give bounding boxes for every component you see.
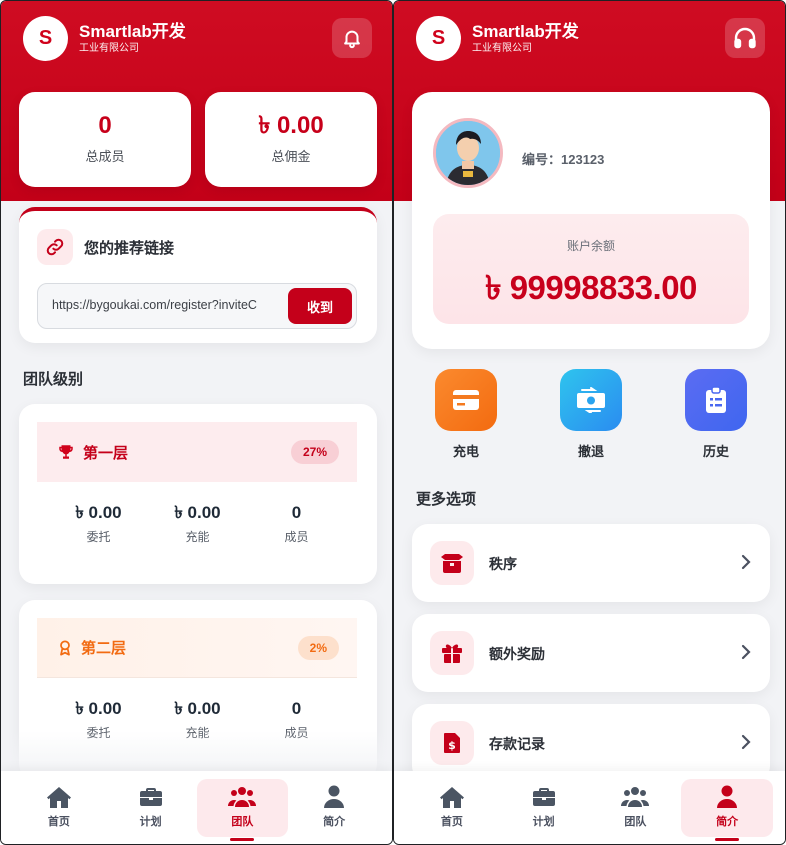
avatar-illustration: [436, 121, 500, 185]
brand-logo: S: [416, 16, 461, 61]
user-icon: [324, 785, 345, 808]
total-members-label: 总成员: [85, 149, 125, 164]
headset-icon: [734, 27, 756, 49]
menu-item-orders[interactable]: 秩序: [412, 524, 770, 602]
tier-recharge-value: ৳ 0.00: [174, 503, 221, 522]
profile-screen: S Smartlab开发 工业有限公司 编号：123123 账户余额 ৳ 999…: [393, 0, 786, 845]
menu-item-bonus[interactable]: 额外奖励: [412, 614, 770, 692]
cash-exchange-icon: [577, 387, 605, 413]
bottom-nav: 首页 计划 团队 简介: [394, 771, 785, 844]
tier-card-1[interactable]: 第一层 27% ৳ 0.00 委托 ৳ 0.00 充能 0 成员: [19, 404, 377, 584]
referral-link-text[interactable]: https://bygoukai.com/register?inviteC: [52, 298, 272, 312]
referral-title: 您的推荐链接: [84, 239, 175, 257]
briefcase-icon: [532, 788, 555, 806]
total-commission-card: ৳ 0.00 总佣金: [205, 92, 377, 187]
tier-card-2[interactable]: 第二层 2% ৳ 0.00 委托 ৳ 0.00 充能 0 成员: [19, 600, 377, 780]
briefcase-icon: [139, 788, 162, 806]
user-icon: [717, 785, 738, 808]
quick-actions: 充电 撤退 历史: [412, 369, 770, 460]
notification-button[interactable]: [332, 18, 372, 58]
home-icon: [439, 787, 464, 808]
svg-text:$: $: [448, 739, 456, 752]
brand-name: Smartlab开发: [79, 22, 186, 41]
brand: S Smartlab开发 工业有限公司: [23, 16, 186, 61]
clipboard-icon: [706, 386, 726, 413]
card-icon: [453, 390, 479, 410]
profile-card: 编号：123123 账户余额 ৳ 99998833.00: [412, 92, 770, 349]
link-icon: [46, 238, 64, 256]
tier-commission-label: 委托: [86, 726, 111, 740]
nav-item-profile[interactable]: 简介: [681, 779, 773, 841]
brand-logo: S: [23, 16, 68, 61]
tier-members-value: 0: [291, 503, 302, 522]
trophy-icon: [59, 445, 73, 459]
avatar[interactable]: [433, 118, 503, 188]
nav-item-home[interactable]: 首页: [406, 779, 498, 837]
gift-icon: [442, 644, 462, 663]
award-icon: [60, 639, 70, 656]
support-button[interactable]: [725, 18, 765, 58]
referral-card: 您的推荐链接 https://bygoukai.com/register?inv…: [19, 207, 377, 343]
users-icon: [228, 787, 257, 807]
brand-name: Smartlab开发: [472, 22, 579, 41]
nav-item-home[interactable]: 首页: [13, 779, 105, 837]
users-icon: [621, 787, 650, 807]
total-members-value: 0: [98, 112, 112, 139]
total-commission-label: 总佣金: [271, 149, 311, 164]
brand-subtitle: 工业有限公司: [79, 43, 139, 54]
nav-item-team[interactable]: 团队: [196, 779, 289, 841]
tier-name: 第二层: [81, 640, 127, 657]
tier-percent-badge: 2%: [297, 636, 339, 660]
more-options-title: 更多选项: [416, 491, 477, 508]
nav-item-team[interactable]: 团队: [590, 779, 682, 837]
box-icon: [441, 554, 463, 573]
tier-name: 第一层: [83, 444, 129, 462]
screenshot-stage: S Smartlab开发 工业有限公司 0 总成员 ৳ 0.00 总佣金 您的推…: [0, 0, 786, 845]
nav-item-plan[interactable]: 计划: [498, 779, 590, 837]
tier-percent-badge: 27%: [290, 440, 339, 464]
brand-subtitle: 工业有限公司: [472, 43, 532, 54]
total-commission-value: ৳ 0.00: [258, 112, 324, 139]
team-screen: S Smartlab开发 工业有限公司 0 总成员 ৳ 0.00 总佣金 您的推…: [0, 0, 393, 845]
account-id: 编号：123123: [522, 152, 605, 167]
withdraw-action[interactable]: 撤退: [559, 369, 623, 460]
tier-commission-value: ৳ 0.00: [75, 503, 122, 522]
bottom-nav: 首页 计划 团队 简介: [1, 771, 392, 844]
brand: S Smartlab开发 工业有限公司: [416, 16, 579, 61]
recharge-action[interactable]: 充电: [434, 369, 498, 460]
balance-value: ৳ 99998833.00: [485, 269, 697, 306]
history-action[interactable]: 历史: [684, 369, 748, 460]
tier-members-value: 0: [291, 699, 302, 718]
copy-link-button[interactable]: 收到: [288, 288, 352, 324]
tier-recharge-label: 充能: [185, 530, 210, 544]
tier-recharge-value: ৳ 0.00: [174, 699, 221, 718]
chevron-right-icon: [741, 554, 751, 570]
nav-item-profile[interactable]: 简介: [288, 779, 380, 837]
tier-commission-value: ৳ 0.00: [75, 699, 122, 718]
chevron-right-icon: [741, 734, 751, 750]
referral-link-field[interactable]: https://bygoukai.com/register?inviteC 收到: [37, 283, 357, 329]
chevron-right-icon: [741, 644, 751, 660]
bell-icon: [344, 30, 360, 49]
tier-members-label: 成员: [284, 726, 309, 740]
balance-box: 账户余额 ৳ 99998833.00: [433, 214, 749, 324]
tier-commission-label: 委托: [86, 530, 111, 544]
balance-label: 账户余额: [566, 239, 615, 253]
nav-item-plan[interactable]: 计划: [105, 779, 197, 837]
home-icon: [46, 787, 71, 808]
total-members-card: 0 总成员: [19, 92, 191, 187]
tier-recharge-label: 充能: [185, 726, 210, 740]
team-level-title: 团队级别: [23, 371, 84, 388]
invoice-icon: $: [444, 733, 460, 753]
tier-members-label: 成员: [284, 530, 309, 544]
